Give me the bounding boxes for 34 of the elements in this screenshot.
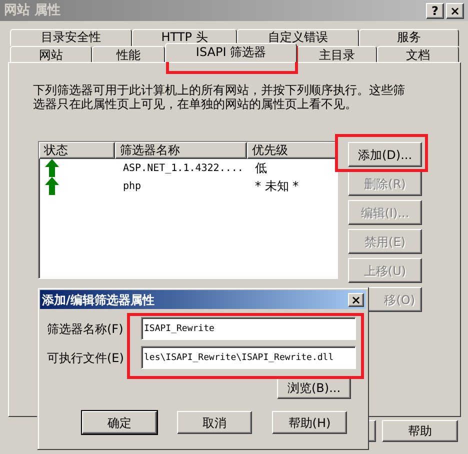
close-button[interactable]: × <box>348 292 364 306</box>
field-label: 可执行文件(E) <box>47 350 125 366</box>
column-header[interactable]: 优先级 <box>247 142 337 159</box>
side-button[interactable]: 添加(D)... <box>348 142 422 167</box>
dialog-title: 添加/编辑筛选器属性 <box>42 292 154 308</box>
table-cell-text: ASP.NET_1.1.4322.... <box>122 162 244 176</box>
table-cell-text: 低 <box>254 160 267 177</box>
tab[interactable]: 服务 <box>359 29 459 46</box>
window-title: 网站 属性 <box>4 2 61 20</box>
up-arrow-icon <box>45 159 59 177</box>
help-button[interactable]: 帮助(H) <box>272 411 347 434</box>
tab[interactable]: 网站 <box>10 46 92 62</box>
column-header[interactable]: 状态 <box>39 142 115 159</box>
table-cell-text: php <box>122 180 142 194</box>
close-button[interactable]: × <box>446 2 464 18</box>
description-text: 下列筛选器可用于此计算机上的所有网站，并按下列顺序执行。这些筛选器只在此属性页上可见，在单独的网站的属性页上看不见。 <box>33 83 406 111</box>
tab[interactable]: ISAPI 筛选器 <box>165 43 297 62</box>
column-header[interactable]: 筛选器名称 <box>115 142 247 159</box>
table-cell-text: * 未知 * <box>254 178 299 195</box>
field-label: 筛选器名称(F) <box>47 320 124 338</box>
tab[interactable]: 目录安全性 <box>10 29 132 46</box>
up-arrow-icon <box>45 177 59 195</box>
text-field[interactable]: les\ISAPI_Rewrite\ISAPI_Rewrite.dll <box>141 346 356 369</box>
help-button[interactable]: 帮助 <box>382 420 458 442</box>
ok-button[interactable]: 确定 <box>82 411 157 434</box>
cancel-button[interactable]: 取消 <box>177 411 252 434</box>
filter-row[interactable]: php * 未知 * <box>39 177 337 195</box>
text-field[interactable]: ISAPI_Rewrite <box>141 317 356 340</box>
tab[interactable]: 主目录 <box>297 46 377 62</box>
tab[interactable]: 文档 <box>377 46 459 62</box>
tab[interactable]: 性能 <box>92 46 165 62</box>
help-button[interactable]: ? <box>426 2 444 18</box>
tab[interactable]: 自定义错误 <box>237 29 359 46</box>
filter-row[interactable]: ASP.NET_1.1.4322.... 低 <box>39 159 337 177</box>
